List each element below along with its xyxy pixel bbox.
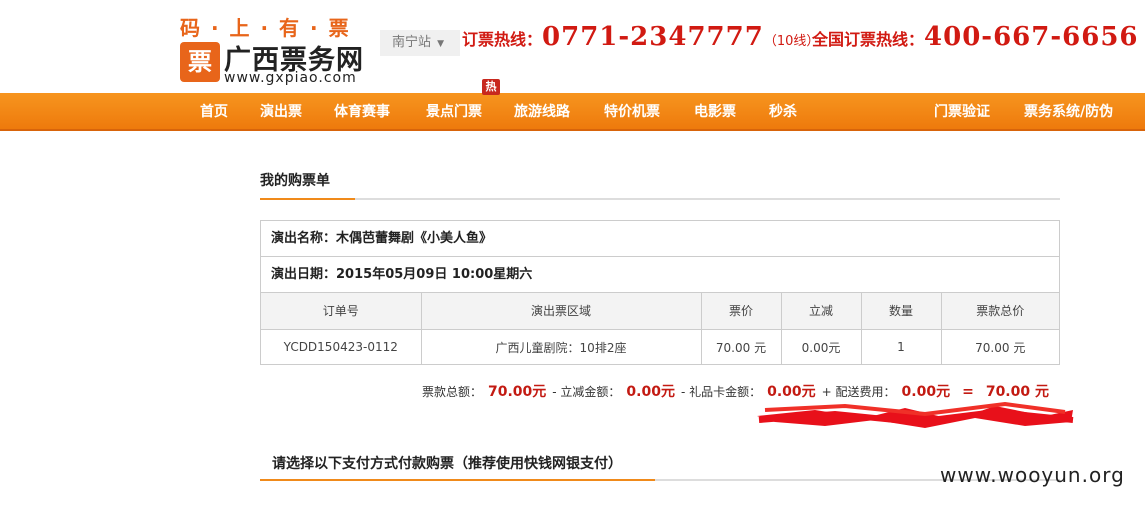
col-order-no: 订单号 [261,293,422,330]
delivery-amount: 0.00元 [901,384,951,400]
national-hotline-number: 400-667-6656 [924,22,1139,52]
order-table: 订单号 演出票区域 票价 立减 数量 票款总价 YCDD150423-0112 … [261,293,1059,365]
caret-down-icon: ▼ [437,39,445,49]
cell-discount: 0.00元 [781,329,862,365]
main-nav: 首页 演出票 体育赛事 景点门票 旅游线路 特价机票 电影票 秒杀 门票验证 票… [0,93,1145,131]
gift-label: - 礼品卡金额： [680,385,762,399]
order-title-divider [260,198,1060,200]
gift-amount: 0.00元 [767,384,816,400]
national-hotline-label: 全国订票热线： [812,30,925,49]
payment-section-title: 请选择以下支付方式付款购票（推荐使用快钱网银支付） [272,456,622,472]
local-hotline: 订票热线：0771-2347777（10线） [462,22,819,52]
ticket-total-label: 票款总额： [421,385,482,399]
nav-item-home[interactable]: 首页 [200,93,228,131]
nav-item-travel[interactable]: 旅游线路 [514,93,570,131]
nav-item-shows[interactable]: 演出票 [260,93,302,131]
show-date-label: 演出日期： [271,267,337,282]
show-date: 2015年05月09日 10:00星期六 [336,267,533,282]
col-discount: 立减 [781,293,862,330]
nav-item-ticket-system[interactable]: 票务系统/防伪 [1024,93,1113,131]
delivery-label: + 配送费用： [821,385,896,399]
show-name-row: 演出名称：木偶芭蕾舞剧《小美人鱼》 [261,221,1059,257]
col-price: 票价 [701,293,782,330]
title-accent [260,198,355,200]
col-quantity: 数量 [861,293,942,330]
redaction-scribble [757,402,1074,428]
cell-total: 70.00 元 [975,340,1026,355]
site-logo-url[interactable]: www.gxpiao.com [224,70,357,86]
nav-item-flash-sale[interactable]: 秒杀 [769,93,797,131]
national-hotline: 全国订票热线：400-667-6656 [812,22,1139,52]
payment-title-accent [260,479,655,481]
site-header: 码 · 上 · 有 · 票 票 广西票务网 www.gxpiao.com 南宁站… [0,0,1145,93]
show-date-row: 演出日期：2015年05月09日 10:00星期六 [261,257,1059,293]
site-slogan: 码 · 上 · 有 · 票 [180,16,351,40]
nav-item-attractions[interactable]: 景点门票 [426,93,482,131]
watermark: www.wooyun.org [940,463,1125,487]
city-selector[interactable]: 南宁站 ▼ [380,30,460,56]
cell-quantity: 1 [861,329,942,365]
nav-item-movies[interactable]: 电影票 [694,93,736,131]
hotline-label: 订票热线： [462,30,543,49]
logo-icon[interactable]: 票 [180,42,220,82]
col-area: 演出票区域 [421,293,702,330]
show-name: 木偶芭蕾舞剧《小美人鱼》 [336,231,493,246]
order-box: 演出名称：木偶芭蕾舞剧《小美人鱼》 演出日期：2015年05月09日 10:00… [260,220,1060,365]
show-name-label: 演出名称： [271,231,337,246]
nav-item-flights[interactable]: 特价机票 [604,93,660,131]
nav-item-ticket-verify[interactable]: 门票验证 [934,93,990,131]
city-selector-label: 南宁站 [392,35,432,50]
nav-item-sports[interactable]: 体育赛事 [334,93,390,131]
hot-badge: 热 [482,79,500,95]
equals-sign: = [962,384,974,400]
discount-label: - 立减金额： [552,385,621,399]
grand-total: 70.00 元 [985,384,1049,400]
cell-price: 70.00 元 [701,329,782,365]
order-totals: 票款总额： 70.00元 - 立减金额： 0.00元 - 礼品卡金额： 0.00元 + 配送… [422,381,1055,401]
table-row: YCDD150423-0112 广西儿童剧院：10排2座 70.00 元 0.0… [261,329,1059,365]
hotline-number: 0771-2347777 [542,22,764,52]
cell-area: 广西儿童剧院：10排2座 [421,329,702,365]
ticket-total: 70.00元 [487,384,547,400]
table-header-row: 订单号 演出票区域 票价 立减 数量 票款总价 [261,293,1059,330]
cell-order-no: YCDD150423-0112 [261,329,422,365]
discount-amount: 0.00元 [626,384,675,400]
order-section-title: 我的购票单 [260,173,330,189]
col-total: 票款总价 [941,293,1059,330]
